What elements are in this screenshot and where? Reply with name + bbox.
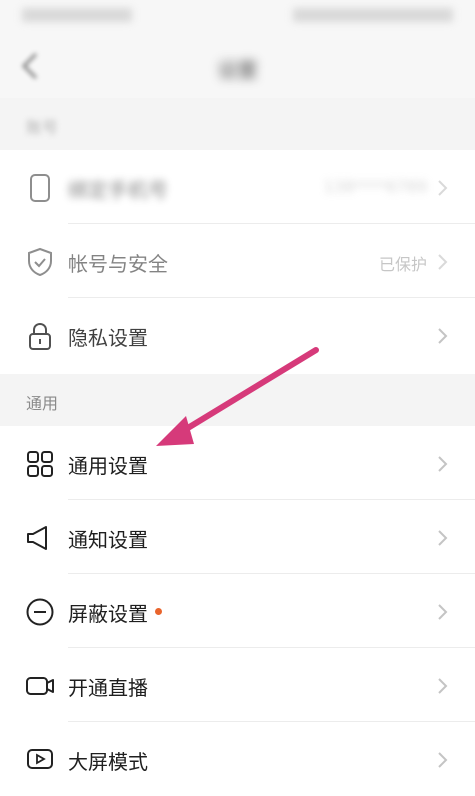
settings-row-privacy[interactable]: 隐私设置	[0, 298, 475, 372]
nav-bar: 设置	[0, 34, 475, 98]
row-label: 屏蔽设置	[68, 598, 162, 627]
settings-row-block[interactable]: 屏蔽设置	[0, 574, 475, 648]
chevron-right-icon	[438, 180, 448, 196]
status-bar-right	[293, 8, 453, 22]
row-label: 开通直播	[68, 676, 148, 700]
new-badge-dot	[155, 608, 162, 615]
grid-icon	[27, 451, 53, 477]
row-label: 隐私设置	[68, 326, 148, 350]
chevron-right-icon	[438, 752, 448, 768]
lock-icon	[29, 322, 51, 350]
section-header-general: 通用	[0, 374, 475, 426]
settings-row-general[interactable]: 通用设置	[0, 426, 475, 500]
section-label: 账号	[26, 118, 59, 137]
minus-circle-icon	[26, 598, 54, 626]
row-value: 已保护	[378, 255, 427, 274]
row-label: 大屏模式	[68, 750, 148, 774]
chevron-right-icon	[438, 530, 448, 546]
settings-row-phone[interactable]: 绑定手机号 138****6789	[0, 150, 475, 224]
video-camera-icon	[26, 677, 54, 695]
section-header-account: 账号	[0, 98, 475, 150]
status-bar	[0, 0, 475, 34]
speaker-icon	[27, 526, 47, 550]
row-label-text: 屏蔽设置	[68, 602, 148, 626]
phone-icon	[30, 174, 50, 202]
settings-row-large-screen[interactable]: 大屏模式	[0, 722, 475, 796]
status-bar-left	[22, 8, 132, 22]
row-label: 绑定手机号	[68, 178, 168, 202]
chevron-right-icon	[438, 328, 448, 344]
settings-row-account-security[interactable]: 帐号与安全 已保护	[0, 224, 475, 298]
settings-row-live[interactable]: 开通直播	[0, 648, 475, 722]
row-value: 138****6789	[323, 177, 427, 196]
page-title: 设置	[217, 58, 258, 82]
chevron-right-icon	[438, 254, 448, 270]
chevron-right-icon	[438, 678, 448, 694]
tv-icon	[27, 749, 53, 769]
chevron-right-icon	[438, 456, 448, 472]
section-label: 通用	[26, 394, 59, 413]
row-label: 帐号与安全	[68, 252, 168, 276]
settings-row-notification[interactable]: 通知设置	[0, 500, 475, 574]
shield-icon	[28, 247, 52, 277]
chevron-right-icon	[438, 604, 448, 620]
row-label: 通知设置	[68, 528, 148, 552]
row-label: 通用设置	[68, 454, 148, 478]
